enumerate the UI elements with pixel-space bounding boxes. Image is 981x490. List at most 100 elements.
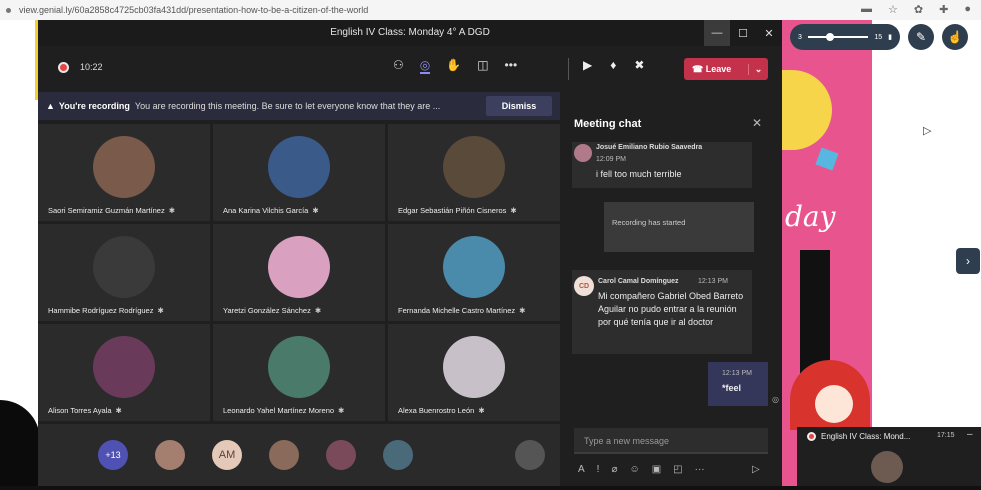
avatar	[93, 136, 155, 198]
avatar[interactable]	[515, 440, 545, 470]
zoom-control[interactable]: 3 15 ▮	[790, 24, 900, 50]
chevron-down-icon[interactable]: ⌄	[748, 63, 768, 75]
browser-url-bar[interactable]: view.genial.ly/60a2858c4725cb03fa431dd/p…	[0, 0, 981, 20]
participant-name: Saori Semiramiz Guzmán Martínez ✱	[48, 206, 175, 215]
mouse-cursor-icon: ▷	[923, 125, 932, 137]
participant-name: Alexa Buenrostro León ✱	[398, 406, 485, 415]
minus-icon[interactable]: ▬	[861, 3, 872, 16]
participant-tile[interactable]: Saori Semiramiz Guzmán Martínez ✱	[38, 124, 210, 221]
composer-toolbar: A ! ⌀ ☺ ▣ ◰ ···	[578, 464, 705, 475]
site-info-icon[interactable]	[6, 7, 11, 13]
chat-message[interactable]: CD Carol Camal Domínguez 12:13 PM Mi com…	[572, 270, 752, 354]
window-titlebar: English IV Class: Monday 4° A DGD — ☐ ✕	[38, 20, 782, 46]
trash-icon[interactable]: ▮	[888, 33, 892, 41]
send-icon[interactable]: ▷	[752, 464, 760, 475]
meeting-chat-panel: Meeting chat ✕ Josué Emiliano Rubio Saav…	[560, 90, 782, 486]
raise-hand-icon[interactable]: ✋	[446, 58, 461, 74]
my-chat-message[interactable]: 12:13 PM *feel	[708, 362, 768, 406]
toolbar-divider	[568, 58, 569, 80]
dismiss-button[interactable]: Dismiss	[486, 96, 552, 116]
zoom-slider[interactable]	[807, 33, 869, 41]
zoom-min-label: 3	[798, 33, 802, 41]
minimize-icon[interactable]: –	[967, 429, 973, 440]
participant-tile[interactable]: Hammibe Rodríguez Rodríguez ✱	[38, 224, 210, 321]
zoom-max-label: 15	[874, 33, 883, 41]
pencil-icon[interactable]: ✎	[908, 24, 934, 50]
recording-icon	[58, 62, 69, 73]
avatar[interactable]: AM	[212, 440, 242, 470]
puzzle-icon[interactable]: ✚	[939, 3, 948, 16]
avatar[interactable]	[155, 440, 185, 470]
camera-off-icon[interactable]: ▶	[583, 58, 592, 72]
rooms-icon[interactable]: ◫	[477, 58, 488, 74]
sticker-icon[interactable]: ◰	[673, 464, 682, 475]
mic-muted-icon: ✱	[312, 206, 319, 215]
more-options-icon[interactable]: •••	[505, 58, 518, 74]
participant-name: Hammibe Rodríguez Rodríguez ✱	[48, 306, 164, 315]
mic-muted-icon: ✱	[338, 406, 345, 415]
banner-title: You're recording	[58, 101, 130, 111]
zoom-slider-knob[interactable]	[825, 33, 834, 41]
mic-muted-icon: ✱	[168, 206, 175, 215]
window-controls: — ☐ ✕	[704, 20, 782, 46]
participant-grid: Saori Semiramiz Guzmán Martínez ✱ Ana Kar…	[38, 124, 560, 421]
gif-icon[interactable]: ▣	[652, 464, 661, 475]
mic-muted-icon: ✱	[314, 306, 322, 315]
message-time: 12:09 PM	[596, 156, 626, 163]
message-text: *feel	[722, 383, 742, 393]
minimize-icon[interactable]: —	[704, 20, 730, 46]
screen: view.genial.ly/60a2858c4725cb03fa431dd/p…	[0, 0, 981, 490]
star-icon[interactable]: ☆	[888, 3, 898, 16]
meeting-toolbar-icons: ⚇ ◎ ✋ ◫ •••	[393, 58, 517, 74]
leave-label: Leave	[705, 63, 732, 74]
participant-tile[interactable]: Edgar Sebastián Piñón Cisneros ✱	[388, 124, 560, 221]
leave-button[interactable]: ☎ Leave ⌄	[684, 58, 768, 80]
format-icon[interactable]: A	[578, 464, 585, 475]
chat-input[interactable]: Type a new message	[574, 428, 768, 454]
priority-icon[interactable]: !	[597, 464, 600, 475]
more-participants-button[interactable]: +13	[98, 440, 128, 470]
maximize-icon[interactable]: ☐	[730, 20, 756, 46]
chat-icon[interactable]: ◎	[419, 58, 431, 74]
participant-tile[interactable]: Alison Torres Ayala ✱	[38, 324, 210, 421]
participant-name: Yaretzi González Sánchez ✱	[223, 306, 322, 315]
avatar[interactable]	[269, 440, 299, 470]
message-text: i fell too much terrible	[596, 169, 682, 179]
emoji-icon[interactable]: ☺	[629, 464, 639, 475]
participant-tile[interactable]: Ana Karina Vilchis García ✱	[213, 124, 385, 221]
more-options-icon[interactable]: ···	[695, 464, 705, 475]
close-icon[interactable]: ✕	[756, 20, 782, 46]
window-title: English IV Class: Monday 4° A DGD	[330, 27, 490, 38]
mic-muted-icon: ✱	[478, 406, 485, 415]
profile-icon[interactable]: ●	[964, 3, 971, 16]
meeting-toolbar: 10:22 ⚇ ◎ ✋ ◫ ••• ▶ ♦ ✖ ☎ Leave ⌄	[38, 46, 782, 90]
url-text[interactable]: view.genial.ly/60a2858c4725cb03fa431dd/p…	[19, 5, 719, 15]
participant-tile[interactable]: Alexa Buenrostro León ✱	[388, 324, 560, 421]
leave-button-label: ☎ Leave	[684, 64, 748, 75]
banner-message: You are recording this meeting. Be sure …	[134, 101, 441, 111]
slide-art-text: day	[785, 200, 836, 233]
extension-icon[interactable]: ✿	[914, 3, 923, 16]
avatar[interactable]	[383, 440, 413, 470]
avatar	[268, 236, 330, 298]
message-time: 12:13 PM	[698, 278, 728, 285]
mini-meeting-window[interactable]: English IV Class: Mond... 17:15 –	[797, 427, 981, 490]
microphone-icon[interactable]: ♦	[610, 58, 616, 72]
avatar[interactable]	[326, 440, 356, 470]
close-icon[interactable]: ✕	[752, 116, 762, 130]
meeting-timer: 10:22	[80, 62, 103, 72]
participant-tile[interactable]: Fernanda Michelle Castro Martínez ✱	[388, 224, 560, 321]
message-author: Carol Camal Domínguez	[598, 278, 679, 285]
avatar: CD	[574, 276, 594, 296]
participant-tile[interactable]: Leonardo Yahel Martínez Moreno ✱	[213, 324, 385, 421]
seen-icon: ◎	[772, 395, 779, 404]
next-slide-icon[interactable]: ›	[956, 248, 980, 274]
participant-tile[interactable]: Yaretzi González Sánchez ✱	[213, 224, 385, 321]
participant-name: Fernanda Michelle Castro Martínez ✱	[398, 306, 526, 315]
warning-icon: ▲	[46, 101, 55, 111]
attach-icon[interactable]: ⌀	[611, 464, 617, 475]
participants-icon[interactable]: ⚇	[393, 58, 404, 74]
share-screen-icon[interactable]: ✖	[634, 58, 644, 72]
touch-icon[interactable]: ☝	[942, 24, 968, 50]
chat-message[interactable]: Josué Emiliano Rubio Saavedra 12:09 PM i…	[572, 142, 752, 188]
